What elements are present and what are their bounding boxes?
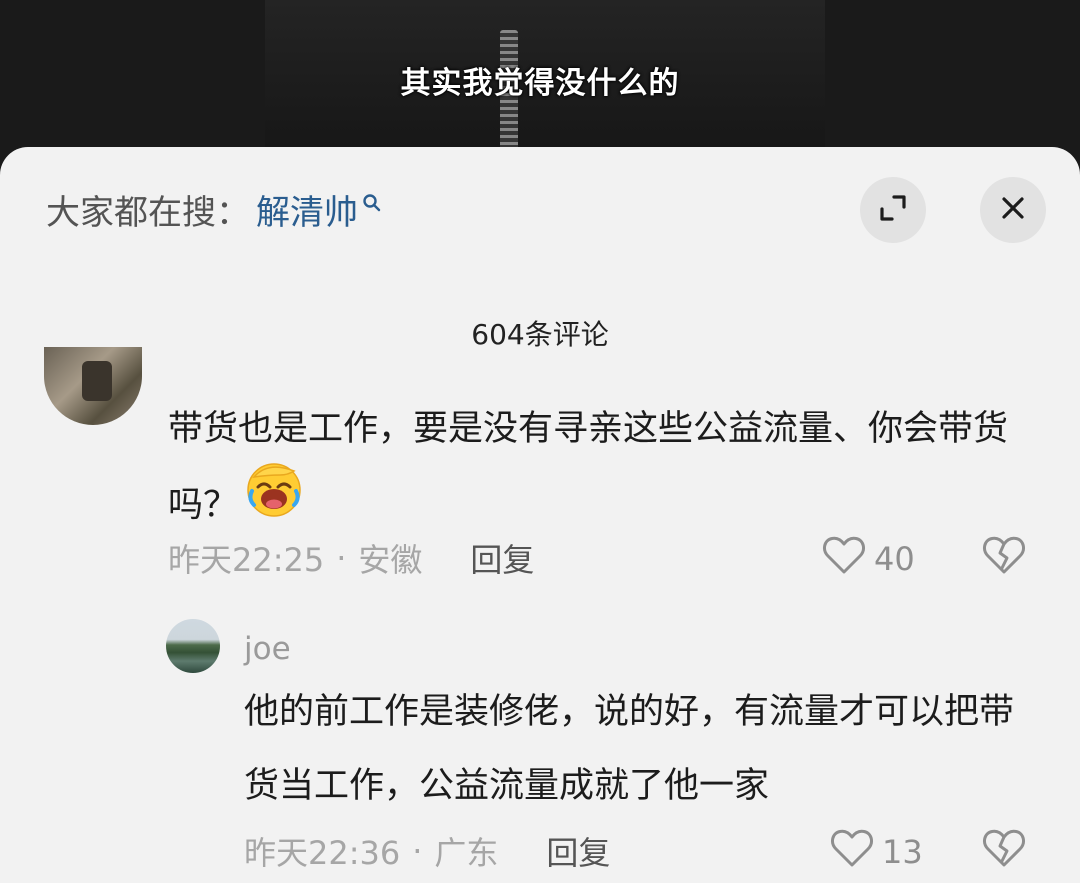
reply-location: 广东 (434, 834, 499, 872)
trending-search-term[interactable]: 解清帅 (256, 185, 358, 234)
comment-sheet: 大家都在搜： 解清帅 604条评论 带货也是工作，要是没有寻亲这些公益流量、你会… (0, 147, 1080, 883)
expand-icon (876, 191, 910, 229)
broken-heart-icon (982, 536, 1026, 579)
comment-count: 604条评论 (471, 318, 609, 351)
trending-search[interactable]: 大家都在搜： 解清帅 (46, 185, 382, 234)
trending-search-prefix: 大家都在搜： (46, 192, 250, 233)
reply-button[interactable]: 回复 (546, 828, 610, 874)
reply-button[interactable]: 回复 (470, 535, 534, 581)
reply-meta: 昨天22:36 · 广东 回复 (244, 828, 610, 874)
meta-separator: · (412, 832, 423, 870)
heart-icon (822, 535, 866, 583)
close-icon (999, 194, 1027, 226)
reply-like-button[interactable]: 13 (830, 828, 923, 876)
comment-time: 昨天22:25 (168, 541, 325, 579)
expand-button[interactable] (860, 177, 926, 243)
like-count: 40 (874, 540, 915, 578)
like-button[interactable]: 40 (822, 535, 915, 583)
comment-text: 带货也是工作，要是没有寻亲这些公益流量、你会带货吗？ (168, 391, 1048, 546)
dislike-button[interactable] (982, 535, 1026, 579)
video-player[interactable]: 其实我觉得没什么的 (0, 0, 1080, 170)
reply-text: 他的前工作是装修佬，说的好，有流量才可以把带货当工作，公益流量成就了他一家 (244, 692, 1015, 806)
meta-separator: · (336, 539, 347, 577)
reply-avatar[interactable] (166, 619, 220, 673)
avatar[interactable] (44, 347, 142, 425)
close-button[interactable] (980, 177, 1046, 243)
reply-dislike-button[interactable] (982, 828, 1026, 872)
broken-heart-icon (982, 829, 1026, 872)
comment-location: 安徽 (358, 541, 423, 579)
reply-time: 昨天22:36 (244, 834, 401, 872)
heart-icon (830, 828, 874, 876)
comment-meta: 昨天22:25 · 安徽 回复 (168, 535, 534, 581)
search-icon (362, 182, 382, 222)
video-subtitle: 其实我觉得没什么的 (400, 66, 680, 101)
reply-like-count: 13 (882, 833, 923, 871)
facepalm-laughing-emoji-icon (244, 459, 304, 546)
reply-username[interactable]: joe (244, 631, 291, 667)
avatar-figure (82, 361, 112, 401)
